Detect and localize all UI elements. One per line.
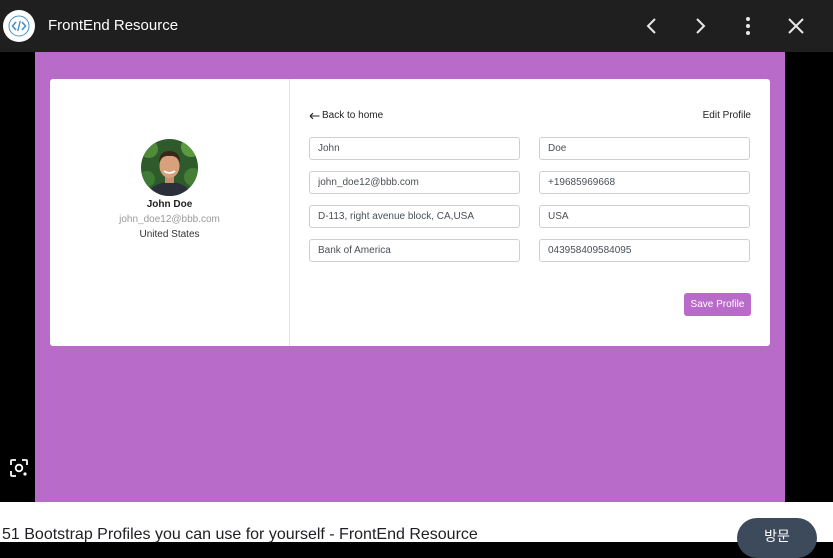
lens-search-icon (10, 459, 28, 477)
profile-summary: John Doe john_doe12@bbb.com United State… (50, 79, 290, 346)
more-vert-icon (746, 17, 750, 35)
close-icon (788, 18, 804, 34)
user-email: john_doe12@bbb.com (119, 214, 220, 225)
last-name-input[interactable] (539, 137, 750, 160)
phone-input[interactable] (539, 171, 750, 194)
result-info-bar: 51 Bootstrap Profiles you can use for yo… (0, 502, 833, 558)
chevron-left-icon (646, 18, 656, 34)
back-to-home-link[interactable]: Back to home (309, 110, 383, 121)
account-number-input[interactable] (539, 239, 750, 262)
visit-button[interactable]: 방문 (737, 518, 817, 558)
more-options-button[interactable] (736, 14, 760, 38)
code-brackets-icon (8, 15, 30, 37)
previous-button[interactable] (640, 14, 664, 38)
site-logo[interactable] (3, 10, 35, 42)
user-name: John Doe (146, 199, 193, 210)
email-input[interactable] (309, 171, 520, 194)
close-button[interactable] (784, 14, 808, 38)
page-title-link[interactable]: 51 Bootstrap Profiles you can use for yo… (2, 526, 478, 544)
viewer-topbar: FrontEnd Resource (0, 0, 833, 52)
image-stage: John Doe john_doe12@bbb.com United State… (0, 52, 833, 502)
site-title: FrontEnd Resource (48, 17, 179, 34)
bank-name-input[interactable] (309, 239, 520, 262)
first-name-input[interactable] (309, 137, 520, 160)
chevron-right-icon (696, 18, 706, 34)
user-photo (141, 139, 198, 196)
country-input[interactable] (539, 205, 750, 228)
arrow-left-icon (309, 112, 320, 119)
back-to-home-label: Back to home (322, 110, 384, 121)
profile-preview-image[interactable]: John Doe john_doe12@bbb.com United State… (35, 52, 785, 502)
visual-search-button[interactable] (3, 452, 35, 484)
save-profile-button[interactable]: Save Profile (684, 293, 751, 316)
next-button[interactable] (688, 14, 712, 38)
user-country: United States (139, 229, 200, 240)
profile-card: John Doe john_doe12@bbb.com United State… (50, 79, 770, 346)
edit-profile-title: Edit Profile (702, 110, 751, 121)
avatar (141, 139, 198, 196)
address-input[interactable] (309, 205, 520, 228)
